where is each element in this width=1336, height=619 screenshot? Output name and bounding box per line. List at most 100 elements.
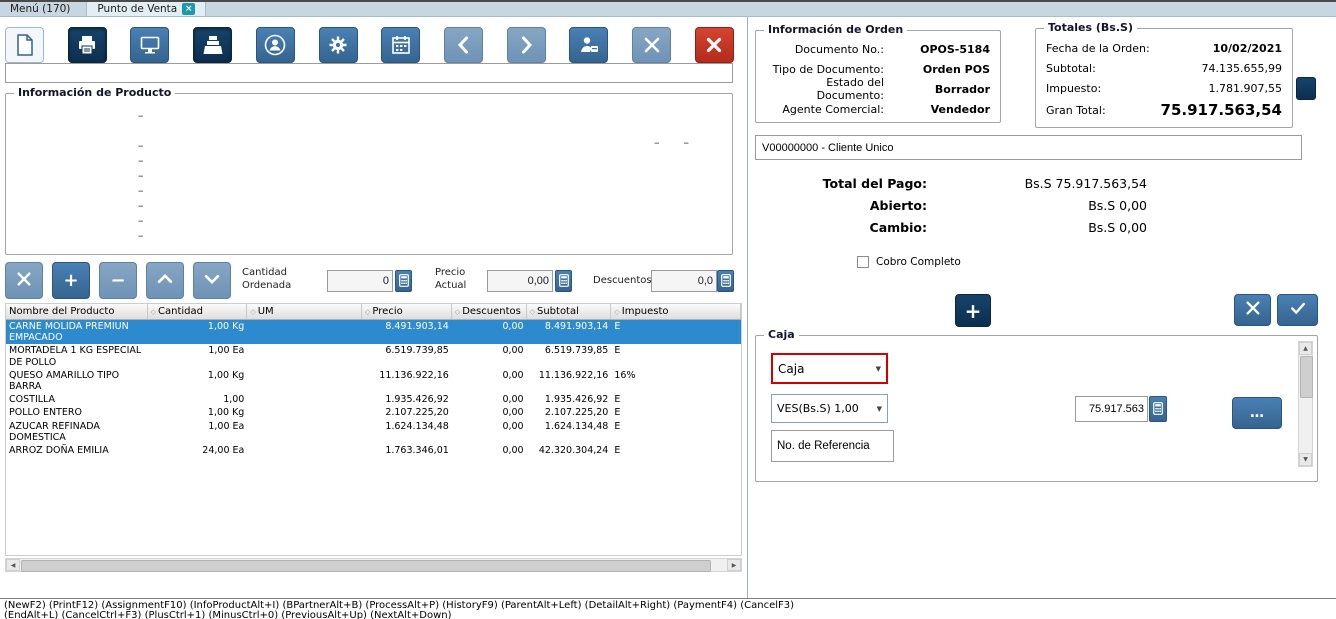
detail-button[interactable] xyxy=(507,27,546,63)
placeholder-dash: – xyxy=(138,138,144,153)
customer-field[interactable] xyxy=(755,135,1302,160)
business-partner-button[interactable] xyxy=(256,27,295,63)
sort-icon: ◇ xyxy=(365,308,370,316)
reference-number-input[interactable] xyxy=(771,430,894,462)
new-document-icon xyxy=(14,33,36,57)
price-input[interactable] xyxy=(487,270,553,292)
chevron-down-icon: ▼ xyxy=(877,405,882,413)
horizontal-scroll-thumb[interactable] xyxy=(21,560,711,572)
column-header-6[interactable]: ◇Impuesto xyxy=(611,304,741,319)
cell-impuesto: E xyxy=(611,420,741,444)
order-field-estado-documento: Estado del Documento: Borrador xyxy=(756,79,1000,99)
toolbar xyxy=(5,27,734,63)
placeholder-dash: – xyxy=(138,108,144,123)
product-table-header: Nombre del Producto◇Cantidad◇UM◇Precio◇D… xyxy=(6,304,741,320)
cell-cantidad: 1,00 Ea xyxy=(148,344,248,368)
cobro-completo-checkbox[interactable] xyxy=(857,256,869,268)
column-header-3[interactable]: ◇Precio xyxy=(362,304,452,319)
selected-option: VES(Bs.S) 1,00 xyxy=(777,402,859,415)
decrease-quantity-button[interactable]: − xyxy=(99,262,137,299)
close-window-button[interactable] xyxy=(695,27,734,63)
process-button[interactable] xyxy=(319,27,358,63)
cell-cantidad: 1,00 Kg xyxy=(148,406,248,419)
info-product-button[interactable] xyxy=(193,27,232,63)
tab-menu[interactable]: Menú (170) xyxy=(0,2,80,16)
history-button[interactable] xyxy=(381,27,420,63)
column-header-5[interactable]: ◇Subtotal xyxy=(527,304,612,319)
field-value: Bs.S 75.917.563,54 xyxy=(927,176,1147,191)
more-options-button[interactable]: … xyxy=(1232,397,1282,429)
parent-button[interactable] xyxy=(444,27,483,63)
product-search-input[interactable] xyxy=(5,63,733,83)
scroll-right-icon[interactable]: ▶ xyxy=(727,559,741,571)
plus-icon: + xyxy=(63,272,78,290)
table-row[interactable]: COSTILLA1,001.935.426,920,001.935.426,92… xyxy=(6,393,741,406)
cell-subtotal: 2.107.225,20 xyxy=(527,406,612,419)
previous-record-button[interactable] xyxy=(146,262,184,299)
cancel-button[interactable] xyxy=(632,27,671,63)
groupbox-title: Información de Producto xyxy=(14,86,175,99)
currency-select[interactable]: VES(Bs.S) 1,00 ▼ xyxy=(771,394,888,423)
cell-um xyxy=(247,344,362,368)
price-calculator-button[interactable] xyxy=(555,270,572,292)
discount-calculator-button[interactable] xyxy=(717,270,734,292)
table-row[interactable]: ARROZ DOÑA EMILIA24,00 Ea1.763.346,010,0… xyxy=(6,444,741,457)
payment-button[interactable] xyxy=(569,27,608,63)
cell-impuesto: E xyxy=(611,344,741,368)
table-row[interactable]: MORTADELA 1 KG ESPECIAL DE POLLO1,00 Ea6… xyxy=(6,344,741,368)
scroll-left-icon[interactable]: ◀ xyxy=(6,559,20,571)
column-label: UM xyxy=(258,306,274,317)
product-info-right-placeholders: –– xyxy=(654,136,689,149)
print-button[interactable] xyxy=(68,27,107,63)
assignment-button[interactable] xyxy=(130,27,169,63)
placeholder-dash: – xyxy=(654,136,660,149)
cell-precio: 1.935.426,92 xyxy=(362,393,452,406)
vertical-scrollbar[interactable]: ▲ ▼ xyxy=(1298,341,1313,467)
quantity-calculator-button[interactable] xyxy=(395,270,412,292)
calculator-icon xyxy=(399,272,409,291)
confirm-payment-button[interactable] xyxy=(1277,294,1318,326)
chevron-right-icon xyxy=(516,35,536,55)
quantity-input[interactable] xyxy=(327,270,393,292)
cell-precio: 6.519.739,85 xyxy=(362,344,452,368)
add-payment-button[interactable]: + xyxy=(955,294,991,327)
scroll-down-icon[interactable]: ▼ xyxy=(1299,453,1312,466)
table-row[interactable]: POLLO ENTERO1,00 Kg2.107.225,200,002.107… xyxy=(6,406,741,419)
field-label: Gran Total: xyxy=(1046,104,1106,117)
field-label: Documento No.: xyxy=(756,43,884,56)
grand-total-value: 75.917.563,54 xyxy=(1161,101,1282,119)
info-product-icon xyxy=(202,34,224,56)
table-row[interactable]: QUESO AMARILLO TIPO BARRA1,00 Kg11.136.9… xyxy=(6,369,741,393)
column-header-4[interactable]: ◇Descuentos xyxy=(452,304,527,319)
cancel-payment-button[interactable] xyxy=(1234,294,1271,326)
field-label: Abierto: xyxy=(749,198,927,213)
discount-input[interactable] xyxy=(651,270,717,292)
table-row[interactable]: CARNE MOLIDA PREMIUN EMPACADO1,00 Kg8.49… xyxy=(6,320,741,344)
amount-calculator-button[interactable] xyxy=(1149,396,1167,422)
placeholder-dash: – xyxy=(684,136,690,149)
tab-punto-de-venta[interactable]: Punto de Venta × xyxy=(86,2,206,16)
increase-quantity-button[interactable]: + xyxy=(52,262,90,299)
chevron-down-icon xyxy=(203,270,221,292)
table-row[interactable]: AZUCAR REFINADA DOMESTICA1,00 Ea1.624.13… xyxy=(6,420,741,444)
tender-type-select[interactable]: Caja ▼ xyxy=(771,353,888,384)
close-tab-icon[interactable]: × xyxy=(182,3,195,15)
column-header-2[interactable]: ◇UM xyxy=(247,304,362,319)
placeholder-dash: – xyxy=(138,213,144,228)
payment-amount-input[interactable] xyxy=(1075,396,1148,422)
cell-impuesto: E xyxy=(611,393,741,406)
column-header-0[interactable]: Nombre del Producto xyxy=(6,304,148,319)
horizontal-scrollbar[interactable]: ◀ ▶ xyxy=(5,558,742,572)
product-table-body: CARNE MOLIDA PREMIUN EMPACADO1,00 Kg8.49… xyxy=(6,320,741,457)
clear-line-button[interactable] xyxy=(5,262,43,299)
next-record-button[interactable] xyxy=(193,262,231,299)
calculator-icon xyxy=(559,272,569,291)
cell-nombre: AZUCAR REFINADA DOMESTICA xyxy=(6,420,148,444)
cell-impuesto: E xyxy=(611,444,741,457)
vertical-scroll-thumb[interactable] xyxy=(1300,356,1313,398)
grand-total-edit-button[interactable] xyxy=(1296,77,1316,100)
scroll-up-icon[interactable]: ▲ xyxy=(1299,342,1312,355)
new-button[interactable] xyxy=(5,27,44,63)
cell-um xyxy=(247,320,362,344)
column-header-1[interactable]: ◇Cantidad xyxy=(148,304,248,319)
